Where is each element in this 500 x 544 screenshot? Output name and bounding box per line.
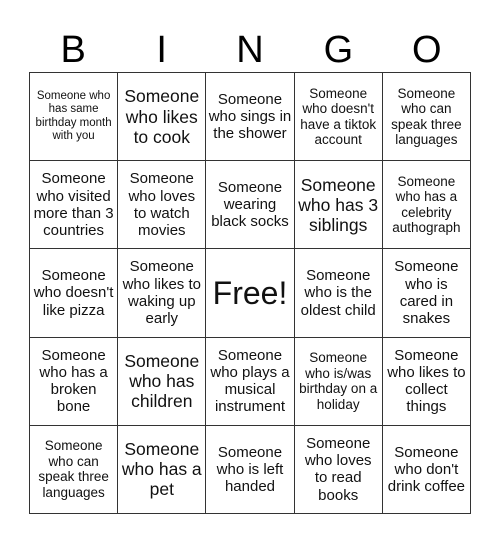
cell-text: Someone who sings in the shower <box>208 90 292 143</box>
header-letter-n: N <box>236 29 264 71</box>
bingo-cell[interactable]: Someone wearing black socks <box>206 161 295 250</box>
cell-text: Someone who likes to waking up early <box>122 258 201 328</box>
header-letter-o: O <box>412 29 442 71</box>
bingo-cell[interactable]: Someone who has a celebrity authograph <box>382 161 471 250</box>
cell-text: Someone wearing black socks <box>211 178 289 231</box>
bingo-cell[interactable]: Someone who has 3 siblings <box>294 161 383 250</box>
bingo-cell[interactable]: Someone who likes to collect things <box>382 337 471 426</box>
bingo-grid: Someone who has same birthday month with… <box>29 72 471 514</box>
cell-text: Someone who likes to cook <box>124 86 200 147</box>
cell-text: Someone who visited more than 3 countrie… <box>33 170 114 240</box>
bingo-cell[interactable]: Someone who has same birthday month with… <box>30 73 119 162</box>
bingo-cell[interactable]: Someone who doesn't have a tiktok accoun… <box>294 73 383 162</box>
cell-text: Someone who can speak three languages <box>391 85 462 148</box>
bingo-cell[interactable]: Someone who is the oldest child <box>294 249 383 338</box>
bingo-cell[interactable]: Someone who loves to watch movies <box>118 161 207 250</box>
bingo-cell[interactable]: Someone who sings in the shower <box>206 73 295 162</box>
bingo-cell[interactable]: Someone who don't drink coffee <box>382 425 471 514</box>
header-letter-i: I <box>156 29 167 71</box>
cell-text: Someone who has a broken bone <box>39 346 108 416</box>
cell-text: Someone who don't drink coffee <box>387 443 466 496</box>
bingo-cell[interactable]: Someone who loves to read books <box>294 425 383 514</box>
cell-text: Someone who doesn't have a tiktok accoun… <box>300 85 377 148</box>
cell-text: Someone who has a pet <box>121 439 202 500</box>
cell-text: Someone who has 3 siblings <box>298 174 379 235</box>
bingo-cell[interactable]: Someone who doesn't like pizza <box>30 249 119 338</box>
cell-text: Someone who loves to read books <box>304 434 372 504</box>
cell-text: Someone who is cared in snakes <box>394 258 459 328</box>
bingo-header: B I N G O <box>29 28 471 72</box>
cell-text: Someone who doesn't like pizza <box>33 267 114 319</box>
cell-text: Someone who loves to watch movies <box>128 170 196 240</box>
header-letter-b: B <box>60 29 86 71</box>
cell-text: Someone who has same birthday month with… <box>35 90 112 142</box>
cell-text: Someone who likes to collect things <box>387 346 466 416</box>
bingo-cell[interactable]: Someone who can speak three languages <box>382 73 471 162</box>
bingo-cell[interactable]: Someone who is cared in snakes <box>382 249 471 338</box>
cell-text: Someone who has a celebrity authograph <box>392 173 461 236</box>
bingo-cell[interactable]: Someone who likes to waking up early <box>118 249 207 338</box>
bingo-cell[interactable]: Someone who has a pet <box>118 425 207 514</box>
bingo-cell[interactable]: Someone who likes to cook <box>118 73 207 162</box>
bingo-cell[interactable]: Someone who plays a musical instrument <box>206 337 295 426</box>
cell-text: Someone who has children <box>124 351 200 412</box>
cell-text: Someone who is left handed <box>216 443 284 496</box>
cell-text: Someone who is/was birthday on a holiday <box>299 350 378 412</box>
cell-text: Someone who plays a musical instrument <box>210 346 290 416</box>
bingo-cell[interactable]: Someone who is left handed <box>206 425 295 514</box>
bingo-cell-free[interactable]: Free! <box>206 249 295 338</box>
bingo-cell[interactable]: Someone who has a broken bone <box>30 337 119 426</box>
free-space-text: Free! <box>212 274 288 311</box>
bingo-cell[interactable]: Someone who has children <box>118 337 207 426</box>
cell-text: Someone who is the oldest child <box>300 267 376 319</box>
bingo-cell[interactable]: Someone who visited more than 3 countrie… <box>30 161 119 250</box>
bingo-cell[interactable]: Someone who is/was birthday on a holiday <box>294 337 383 426</box>
header-letter-g: G <box>323 29 354 71</box>
cell-text: Someone who can speak three languages <box>38 438 109 500</box>
bingo-cell[interactable]: Someone who can speak three languages <box>30 425 119 514</box>
